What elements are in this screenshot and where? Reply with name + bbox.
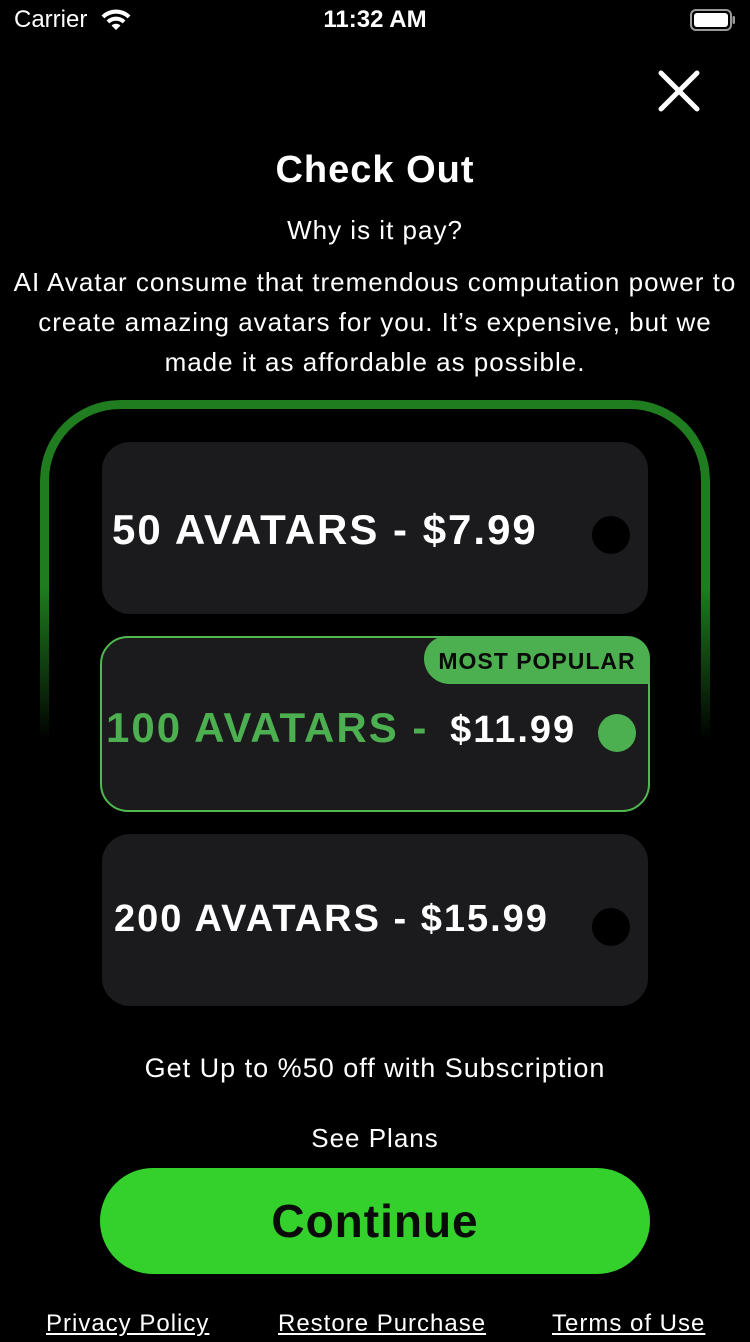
battery-icon xyxy=(690,9,736,31)
plan-option-100[interactable]: MOST POPULAR 100 AVATARS - $11.99 xyxy=(100,636,650,812)
page-description: AI Avatar consume that tremendous comput… xyxy=(13,267,737,377)
plan-option-200[interactable]: 200 AVATARS - $15.99 xyxy=(102,834,648,1006)
see-plans-link[interactable]: See Plans xyxy=(275,1120,475,1156)
most-popular-badge: MOST POPULAR xyxy=(424,636,650,684)
page-subtitle: Why is it pay? xyxy=(287,215,463,245)
status-time: 11:32 AM xyxy=(323,6,427,33)
status-bar: Carrier 11:32 AM xyxy=(0,0,750,40)
privacy-policy-link[interactable]: Privacy Policy xyxy=(46,1306,209,1342)
plan-price: $11.99 xyxy=(450,709,577,751)
plan-label: 200 AVATARS - $15.99 xyxy=(114,898,549,940)
plan-option-50[interactable]: 50 AVATARS - $7.99 xyxy=(102,442,648,614)
terms-of-use-link[interactable]: Terms of Use xyxy=(552,1306,705,1342)
radio-unselected[interactable] xyxy=(592,516,630,554)
plan-label: 50 AVATARS - $7.99 xyxy=(112,506,538,553)
close-button[interactable] xyxy=(650,64,708,122)
restore-purchase-link[interactable]: Restore Purchase xyxy=(278,1306,486,1342)
radio-unselected[interactable] xyxy=(592,908,630,946)
continue-button[interactable]: Continue xyxy=(100,1168,650,1274)
close-icon xyxy=(658,70,700,117)
page-title: Check Out xyxy=(275,149,475,191)
radio-selected[interactable] xyxy=(598,714,636,752)
plan-label: 100 AVATARS - $11.99 xyxy=(106,704,576,752)
plan-name: 100 AVATARS - xyxy=(106,704,443,751)
subscription-promo: Get Up to %50 off with Subscription xyxy=(144,1053,606,1083)
